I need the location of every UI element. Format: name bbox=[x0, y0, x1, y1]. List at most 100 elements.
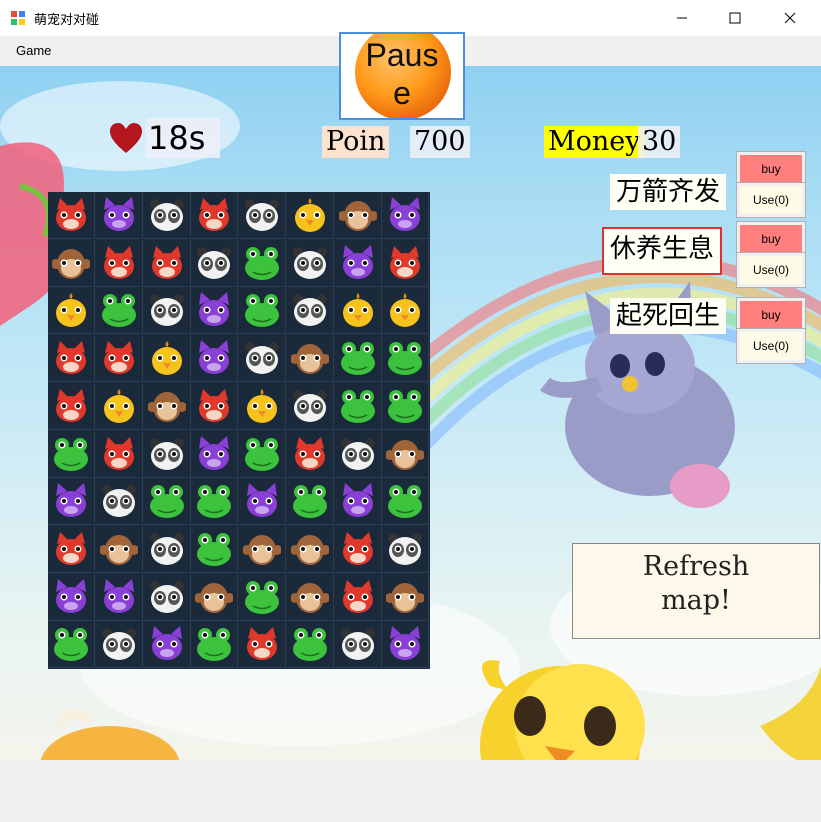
monkey-icon bbox=[147, 391, 186, 422]
board-cell[interactable] bbox=[191, 478, 239, 526]
board-cell[interactable] bbox=[239, 573, 286, 621]
board-cell[interactable] bbox=[48, 573, 95, 621]
refresh-map-button[interactable]: Refresh map! bbox=[572, 543, 820, 639]
board-cell[interactable] bbox=[143, 192, 191, 239]
pause-button[interactable]: Pause bbox=[339, 32, 465, 120]
skill-revive-buy-button[interactable]: buy bbox=[736, 297, 806, 333]
board-cell[interactable] bbox=[334, 192, 382, 239]
board-cell[interactable] bbox=[95, 382, 143, 430]
board-cell[interactable] bbox=[239, 525, 286, 573]
board-cell[interactable] bbox=[143, 335, 191, 383]
board-cell[interactable] bbox=[48, 478, 95, 526]
board-cell[interactable] bbox=[48, 382, 95, 430]
board-cell[interactable] bbox=[286, 430, 334, 478]
board-cell[interactable] bbox=[286, 382, 334, 430]
board-cell[interactable] bbox=[239, 335, 286, 383]
board-cell[interactable] bbox=[95, 239, 143, 287]
board-cell[interactable] bbox=[191, 335, 239, 383]
board-cell[interactable] bbox=[95, 573, 143, 621]
board-cell[interactable] bbox=[191, 430, 239, 478]
board-cell[interactable] bbox=[239, 478, 286, 526]
board-cell[interactable] bbox=[239, 382, 286, 430]
board-cell[interactable] bbox=[382, 335, 430, 383]
board-cell[interactable] bbox=[286, 525, 334, 573]
board-cell[interactable] bbox=[239, 239, 286, 287]
board-cell[interactable] bbox=[334, 430, 382, 478]
panda-icon bbox=[245, 342, 279, 375]
board-cell[interactable] bbox=[334, 239, 382, 287]
board-cell[interactable] bbox=[286, 478, 334, 526]
board-cell[interactable] bbox=[334, 382, 382, 430]
board-cell[interactable] bbox=[382, 525, 430, 573]
skill-rest-use-button[interactable]: Use(0) bbox=[736, 252, 806, 288]
board-cell[interactable] bbox=[143, 525, 191, 573]
board-cell[interactable] bbox=[143, 573, 191, 621]
board-cell[interactable] bbox=[382, 287, 430, 335]
board-cell[interactable] bbox=[382, 478, 430, 526]
board-cell[interactable] bbox=[382, 430, 430, 478]
board-cell[interactable] bbox=[95, 430, 143, 478]
board-cell[interactable] bbox=[48, 525, 95, 573]
board-cell[interactable] bbox=[382, 382, 430, 430]
board-cell[interactable] bbox=[334, 573, 382, 621]
board-cell[interactable] bbox=[191, 621, 239, 669]
board-cell[interactable] bbox=[334, 478, 382, 526]
board-cell[interactable] bbox=[286, 239, 334, 287]
board-cell[interactable] bbox=[143, 382, 191, 430]
board-cell[interactable] bbox=[95, 621, 143, 669]
board-cell[interactable] bbox=[191, 382, 239, 430]
board-cell[interactable] bbox=[48, 621, 95, 669]
board-cell[interactable] bbox=[286, 335, 334, 383]
board-cell[interactable] bbox=[334, 621, 382, 669]
menu-game[interactable]: Game bbox=[16, 43, 51, 58]
board-cell[interactable] bbox=[191, 192, 239, 239]
board-cell[interactable] bbox=[191, 525, 239, 573]
close-button[interactable] bbox=[767, 0, 813, 36]
board-cell[interactable] bbox=[191, 573, 239, 621]
board-cell[interactable] bbox=[334, 525, 382, 573]
board-cell[interactable] bbox=[143, 430, 191, 478]
board-cell[interactable] bbox=[95, 525, 143, 573]
board-cell[interactable] bbox=[382, 621, 430, 669]
board-cell[interactable] bbox=[48, 239, 95, 287]
cat-icon bbox=[342, 244, 373, 279]
board-cell[interactable] bbox=[239, 621, 286, 669]
board-cell[interactable] bbox=[143, 621, 191, 669]
board-cell[interactable] bbox=[48, 287, 95, 335]
board-cell[interactable] bbox=[382, 239, 430, 287]
board-cell[interactable] bbox=[382, 573, 430, 621]
minimize-button[interactable] bbox=[659, 0, 705, 36]
skill-rest-buy-button[interactable]: buy bbox=[736, 221, 806, 257]
board-cell[interactable] bbox=[95, 478, 143, 526]
board-cell[interactable] bbox=[191, 287, 239, 335]
board-cell[interactable] bbox=[191, 239, 239, 287]
board-cell[interactable] bbox=[334, 287, 382, 335]
board-cell[interactable] bbox=[48, 430, 95, 478]
maximize-button[interactable] bbox=[712, 0, 758, 36]
cat-icon bbox=[103, 197, 134, 231]
board-cell[interactable] bbox=[95, 192, 143, 239]
board-cell[interactable] bbox=[95, 335, 143, 383]
board-cell[interactable] bbox=[239, 192, 286, 239]
cat-icon bbox=[247, 483, 277, 518]
board-cell[interactable] bbox=[382, 192, 430, 239]
board-cell[interactable] bbox=[286, 287, 334, 335]
skill-arrows-use-button[interactable]: Use(0) bbox=[736, 182, 806, 218]
skill-arrows-buy-button[interactable]: buy bbox=[736, 151, 806, 187]
board-cell[interactable] bbox=[239, 287, 286, 335]
skill-revive-use-button[interactable]: Use(0) bbox=[736, 328, 806, 364]
board-cell[interactable] bbox=[95, 287, 143, 335]
board-cell[interactable] bbox=[143, 287, 191, 335]
board-cell[interactable] bbox=[286, 573, 334, 621]
board-cell[interactable] bbox=[48, 192, 95, 239]
chick-icon bbox=[103, 388, 134, 423]
board-cell[interactable] bbox=[286, 621, 334, 669]
fox-icon bbox=[199, 388, 230, 422]
board-cell[interactable] bbox=[143, 239, 191, 287]
board-cell[interactable] bbox=[239, 430, 286, 478]
chick-icon bbox=[294, 198, 325, 232]
board-cell[interactable] bbox=[143, 478, 191, 526]
board-cell[interactable] bbox=[48, 335, 95, 383]
board-cell[interactable] bbox=[334, 335, 382, 383]
board-cell[interactable] bbox=[286, 192, 334, 239]
